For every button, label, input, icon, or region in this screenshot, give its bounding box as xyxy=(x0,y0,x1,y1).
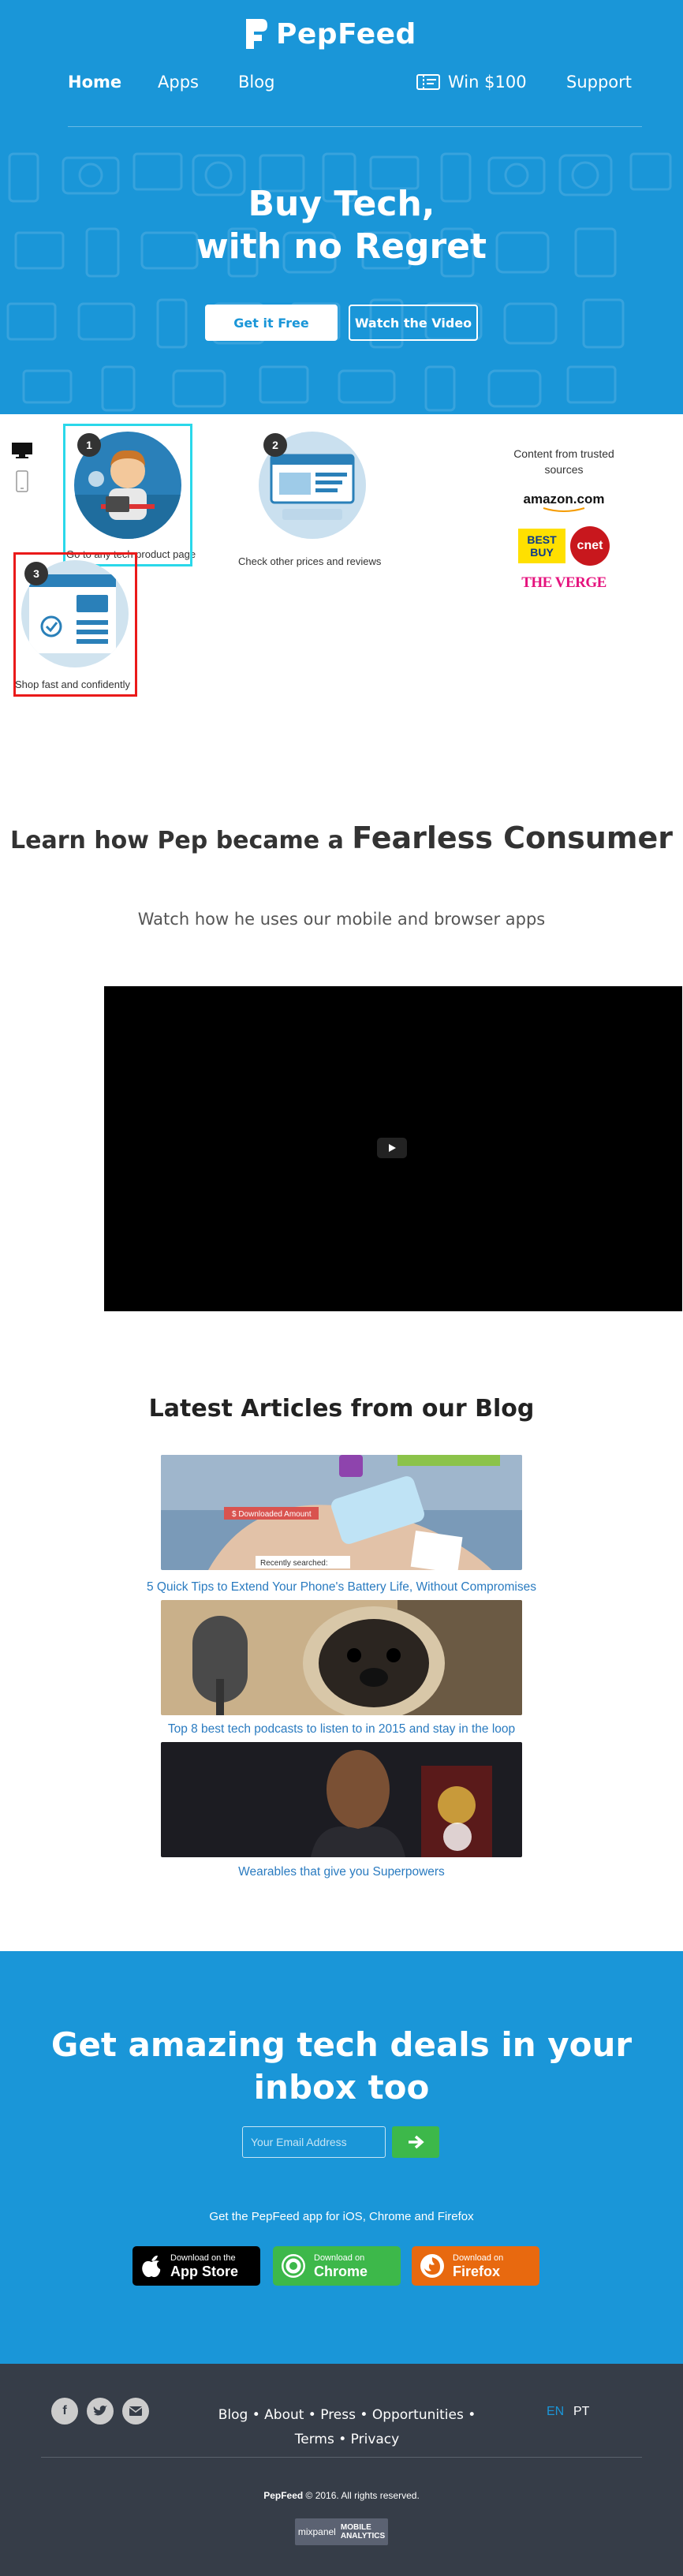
nav-apps[interactable]: Apps xyxy=(158,73,199,92)
newsletter-title: Get amazing tech deals in your inbox too xyxy=(50,2025,633,2107)
mixpanel-brand: mixpanel xyxy=(297,2526,336,2537)
app-store-button[interactable]: Download on the App Store xyxy=(132,2246,260,2286)
email-input[interactable] xyxy=(242,2126,386,2158)
copyright-rest: © 2016. All rights reserved. xyxy=(303,2490,420,2501)
hero-section: PepFeed Home Apps Blog Win $100 Support … xyxy=(0,0,683,414)
footer-links-line2[interactable]: Terms • Privacy xyxy=(201,2428,493,2452)
trusted-sources: Content from trusted sources amazon.com … xyxy=(497,446,631,591)
step-2-number: 2 xyxy=(263,433,287,457)
copyright-brand: PepFeed xyxy=(263,2490,304,2501)
app-store-small: Download on the xyxy=(170,2253,236,2263)
hero-title-line1: Buy Tech, xyxy=(248,184,435,224)
article-3-link[interactable]: Wearables that give you Superpowers xyxy=(0,1865,683,1879)
chrome-store-button[interactable]: Download on Chrome xyxy=(273,2246,401,2286)
phone-icon[interactable] xyxy=(11,469,33,495)
mixpanel-sub1: MOBILE xyxy=(340,2523,371,2532)
cnet-logo: cnet xyxy=(570,526,610,566)
twitter-icon[interactable] xyxy=(87,2398,114,2425)
amazon-logo: amazon.com xyxy=(497,492,631,514)
ticket-icon xyxy=(416,74,440,90)
lang-pt[interactable]: PT xyxy=(573,2405,589,2419)
main-nav: Home Apps Blog Win $100 Support xyxy=(0,73,683,96)
arrow-right-icon xyxy=(409,2135,424,2149)
nav-home[interactable]: Home xyxy=(68,73,121,92)
play-button[interactable] xyxy=(377,1138,407,1158)
lang-en[interactable]: EN xyxy=(547,2405,564,2419)
learn-heading-bold: Fearless Consumer xyxy=(352,821,673,855)
learn-heading-prefix: Learn how Pep became a xyxy=(10,827,344,854)
firefox-store-big: Firefox xyxy=(453,2263,501,2279)
footer-links: Blog • About • Press • Opportunities • T… xyxy=(201,2403,493,2452)
article-1-badge: $ Downloaded Amount xyxy=(232,1510,312,1519)
hero-title: Buy Tech, with no Regret xyxy=(0,183,683,268)
article-2-link[interactable]: Top 8 best tech podcasts to listen to in… xyxy=(0,1722,683,1737)
firefox-icon xyxy=(420,2254,444,2278)
step-2: 2 Check other prices and reviews xyxy=(237,424,394,567)
nav-blog[interactable]: Blog xyxy=(238,73,274,92)
play-icon xyxy=(389,1144,396,1152)
highlight-box-cyan xyxy=(63,424,192,566)
watch-video-button[interactable]: Watch the Video xyxy=(349,305,478,341)
chrome-icon xyxy=(282,2254,305,2278)
highlight-box-red xyxy=(13,552,137,697)
trusted-caption: Content from trusted sources xyxy=(513,447,614,476)
footer: f Blog • About • Press • Opportunities •… xyxy=(0,2364,683,2576)
chrome-store-big: Chrome xyxy=(314,2263,368,2279)
newsletter-section: Get amazing tech deals in your inbox too… xyxy=(0,1951,683,2364)
step-2-label: Check other prices and reviews xyxy=(238,555,382,567)
apple-icon xyxy=(142,2255,161,2278)
mixpanel-sub2: ANALYTICS xyxy=(340,2532,386,2540)
learn-subtitle: Watch how he uses our mobile and browser… xyxy=(137,910,546,929)
email-icon[interactable] xyxy=(122,2398,149,2425)
footer-divider xyxy=(41,2457,642,2458)
article-1-link[interactable]: 5 Quick Tips to Extend Your Phone's Batt… xyxy=(0,1580,683,1595)
footer-links-line1[interactable]: Blog • About • Press • Opportunities • xyxy=(201,2403,493,2428)
hero-title-line2: with no Regret xyxy=(196,226,487,267)
desktop-icon[interactable] xyxy=(11,442,33,459)
logo-text: PepFeed xyxy=(276,17,416,50)
article-2-image[interactable] xyxy=(161,1600,522,1715)
bestbuy-logo: BEST BUY xyxy=(518,529,565,563)
nav-win-label: Win $100 xyxy=(448,73,527,92)
nav-win[interactable]: Win $100 xyxy=(416,73,527,92)
article-1-search-label: Recently searched: xyxy=(260,1559,328,1568)
mixpanel-badge[interactable]: mixpanel MOBILE ANALYTICS xyxy=(295,2518,388,2545)
pepfeed-logo-icon xyxy=(246,19,267,49)
apps-caption: Get the PepFeed app for iOS, Chrome and … xyxy=(209,2210,474,2223)
nav-support[interactable]: Support xyxy=(566,73,632,92)
the-verge-logo: THE VERGE xyxy=(521,574,606,591)
device-switcher xyxy=(11,442,33,499)
learn-heading: Learn how Pep became a Fearless Consumer xyxy=(0,821,683,855)
get-it-free-button[interactable]: Get it Free xyxy=(205,305,338,341)
article-1-image[interactable]: $ Downloaded Amount Recently searched: xyxy=(161,1455,522,1570)
firefox-store-small: Download on xyxy=(453,2253,504,2263)
chrome-store-small: Download on xyxy=(314,2253,365,2263)
pepfeed-logo[interactable]: PepFeed xyxy=(244,16,416,52)
nav-divider xyxy=(68,126,642,127)
article-3-image[interactable] xyxy=(161,1742,522,1857)
copyright: PepFeed © 2016. All rights reserved. xyxy=(0,2490,683,2501)
email-submit-button[interactable] xyxy=(392,2126,439,2158)
blog-title: Latest Articles from our Blog xyxy=(148,1395,535,1423)
firefox-store-button[interactable]: Download on Firefox xyxy=(412,2246,539,2286)
app-store-big: App Store xyxy=(170,2263,239,2279)
facebook-icon[interactable]: f xyxy=(51,2398,78,2425)
